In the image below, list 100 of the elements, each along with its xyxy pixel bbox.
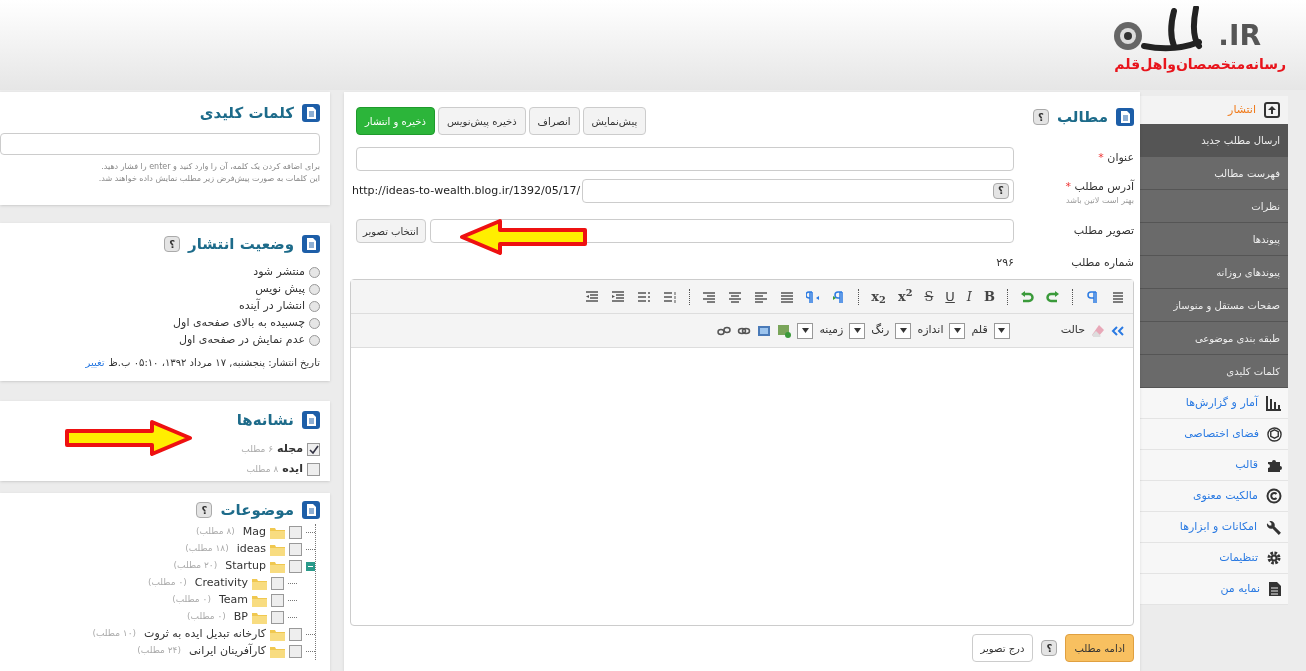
folder-icon bbox=[270, 559, 285, 573]
bulleted-list-icon[interactable] bbox=[637, 289, 652, 304]
sidebar-subitem[interactable]: نظرات bbox=[1140, 190, 1288, 223]
choose-image-button[interactable]: انتخاب تصویر bbox=[356, 219, 426, 243]
field-label: تصویر مطلب bbox=[1073, 223, 1134, 237]
checkbox[interactable] bbox=[289, 644, 302, 658]
select-label: حالت bbox=[1060, 322, 1085, 339]
align-left-icon[interactable] bbox=[754, 289, 769, 304]
folder-icon bbox=[252, 576, 267, 590]
format-button[interactable]: B bbox=[984, 290, 995, 303]
indent-icon[interactable] bbox=[585, 289, 600, 304]
checkbox[interactable] bbox=[289, 542, 302, 556]
sidebar-item[interactable]: نمایه من bbox=[1220, 580, 1260, 598]
toolbar-button[interactable]: ذخیره پیش‌نویس bbox=[438, 107, 526, 136]
checkbox[interactable] bbox=[307, 463, 320, 476]
caret-icon bbox=[998, 328, 1006, 333]
outdent-icon[interactable] bbox=[611, 289, 626, 304]
category-count: (۸ مطلب) bbox=[196, 525, 235, 539]
sidebar-subitem[interactable]: ارسال مطلب جدید bbox=[1140, 124, 1288, 157]
dropdown[interactable] bbox=[895, 322, 912, 339]
numbered-list-icon[interactable] bbox=[663, 289, 678, 304]
checkbox[interactable] bbox=[271, 593, 284, 607]
puzzle-icon bbox=[1266, 457, 1282, 473]
caret-icon bbox=[853, 328, 861, 333]
caret-icon bbox=[899, 328, 907, 333]
category-count: (۰ مطلب) bbox=[172, 593, 211, 607]
collapse-toggle[interactable] bbox=[306, 561, 315, 571]
sidebar-subitem[interactable]: صفحات مستقل و منوساز bbox=[1140, 289, 1288, 322]
radio-label: چسبیده به بالای صفحه‌ی اول bbox=[173, 314, 305, 331]
help-button[interactable]: ؟ bbox=[164, 236, 181, 253]
dropdown[interactable] bbox=[797, 322, 814, 339]
sidebar-subitem[interactable]: طبقه بندی موضوعی bbox=[1140, 322, 1288, 355]
toolbar-button[interactable]: انصراف bbox=[528, 107, 580, 136]
url-input[interactable]: ؟ bbox=[582, 178, 1014, 203]
category-count: (۰ مطلب) bbox=[187, 610, 226, 624]
category-count: (۲۴ مطلب) bbox=[137, 644, 181, 658]
select-label: رنگ bbox=[871, 322, 890, 339]
redo-icon[interactable] bbox=[1046, 289, 1060, 304]
dropdown[interactable] bbox=[949, 322, 966, 339]
select-label: زمینه bbox=[819, 322, 844, 339]
radio-button[interactable] bbox=[309, 300, 320, 312]
radio-label: انتشار در آینده bbox=[238, 297, 305, 314]
image-add-icon[interactable] bbox=[777, 323, 792, 338]
toolbar-button[interactable]: پیش‌نمایش bbox=[582, 107, 647, 136]
select-label: قلم bbox=[971, 322, 988, 339]
checkbox[interactable] bbox=[289, 525, 302, 539]
sidebar-item[interactable]: قالب bbox=[1235, 456, 1258, 474]
document-icon bbox=[1116, 108, 1134, 127]
checkbox[interactable] bbox=[271, 610, 284, 624]
keywords-hint: برای اضافه کردن یک کلمه، آن را وارد کنید و enter را فشار دهید. این کلمات به صورت پیش‌فرض زیر مطلب نمایش داده خواهند شد. bbox=[97, 160, 320, 185]
category-count: (۱۰ مطلب) bbox=[92, 627, 137, 641]
source-toggle-icon[interactable] bbox=[1111, 323, 1125, 338]
format-button[interactable]: x$^{2}$ bbox=[897, 290, 913, 303]
category-label: کارآفرینان ایرانی bbox=[188, 642, 266, 659]
read-more-button[interactable]: ادامه مطلب bbox=[1065, 634, 1134, 662]
sidebar-item[interactable]: تنظیمات bbox=[1219, 549, 1258, 567]
paragraph-direction-icon[interactable] bbox=[806, 289, 821, 304]
checkbox[interactable] bbox=[289, 627, 302, 641]
post-number: ۲۹۶ bbox=[996, 254, 1014, 271]
pilcrow-icon[interactable] bbox=[1085, 289, 1099, 304]
category-count: (۲۰ مطلب) bbox=[173, 559, 218, 573]
format-button[interactable]: I bbox=[966, 290, 972, 303]
help-button[interactable]: ؟ bbox=[993, 182, 1009, 199]
sidebar-subitem[interactable]: کلمات کلیدی bbox=[1140, 355, 1288, 388]
justify-icon[interactable] bbox=[780, 289, 795, 304]
help-button[interactable]: ؟ bbox=[1041, 640, 1058, 656]
eraser-icon[interactable] bbox=[1091, 323, 1105, 338]
document-icon bbox=[302, 104, 320, 123]
dropdown[interactable] bbox=[849, 322, 866, 339]
format-button[interactable]: x$_{2}$ bbox=[871, 290, 886, 303]
field-label: شماره مطلب bbox=[1071, 255, 1134, 269]
radio-button[interactable] bbox=[309, 317, 320, 329]
field-hint: بهتر است لاتین باشد bbox=[1065, 195, 1134, 207]
checkbox[interactable] bbox=[289, 559, 302, 573]
align-center-icon[interactable] bbox=[728, 289, 743, 304]
radio-button[interactable] bbox=[309, 283, 320, 295]
radio-button[interactable] bbox=[309, 334, 320, 346]
change-link[interactable]: تغییر bbox=[85, 354, 105, 370]
caret-icon bbox=[801, 328, 809, 333]
radio-button[interactable] bbox=[309, 266, 320, 278]
title-input[interactable] bbox=[356, 146, 1014, 171]
sidebar-subitem[interactable]: فهرست مطالب bbox=[1140, 157, 1288, 190]
insert-image-button[interactable]: درج تصویر bbox=[971, 634, 1034, 662]
checkbox[interactable] bbox=[271, 576, 284, 590]
image-icon[interactable] bbox=[757, 323, 772, 338]
help-button[interactable]: ؟ bbox=[196, 502, 213, 519]
checkbox[interactable] bbox=[307, 443, 320, 456]
format-button[interactable]: U bbox=[945, 290, 955, 303]
folder-icon bbox=[270, 542, 285, 556]
sidebar-subitem[interactable]: پیوندهای روزانه bbox=[1140, 256, 1288, 289]
dropdown[interactable] bbox=[993, 322, 1010, 339]
format-button[interactable]: S bbox=[924, 290, 934, 303]
align-right-icon[interactable] bbox=[702, 289, 717, 304]
required-mark: * bbox=[1098, 151, 1104, 165]
undo-icon[interactable] bbox=[1020, 289, 1034, 304]
help-button[interactable]: ؟ bbox=[1032, 109, 1049, 126]
sidebar-subitem[interactable]: پیوندها bbox=[1140, 223, 1288, 256]
category-label: ideas bbox=[236, 540, 266, 557]
list-icon[interactable] bbox=[1111, 289, 1125, 304]
keywords-input[interactable] bbox=[0, 132, 320, 155]
